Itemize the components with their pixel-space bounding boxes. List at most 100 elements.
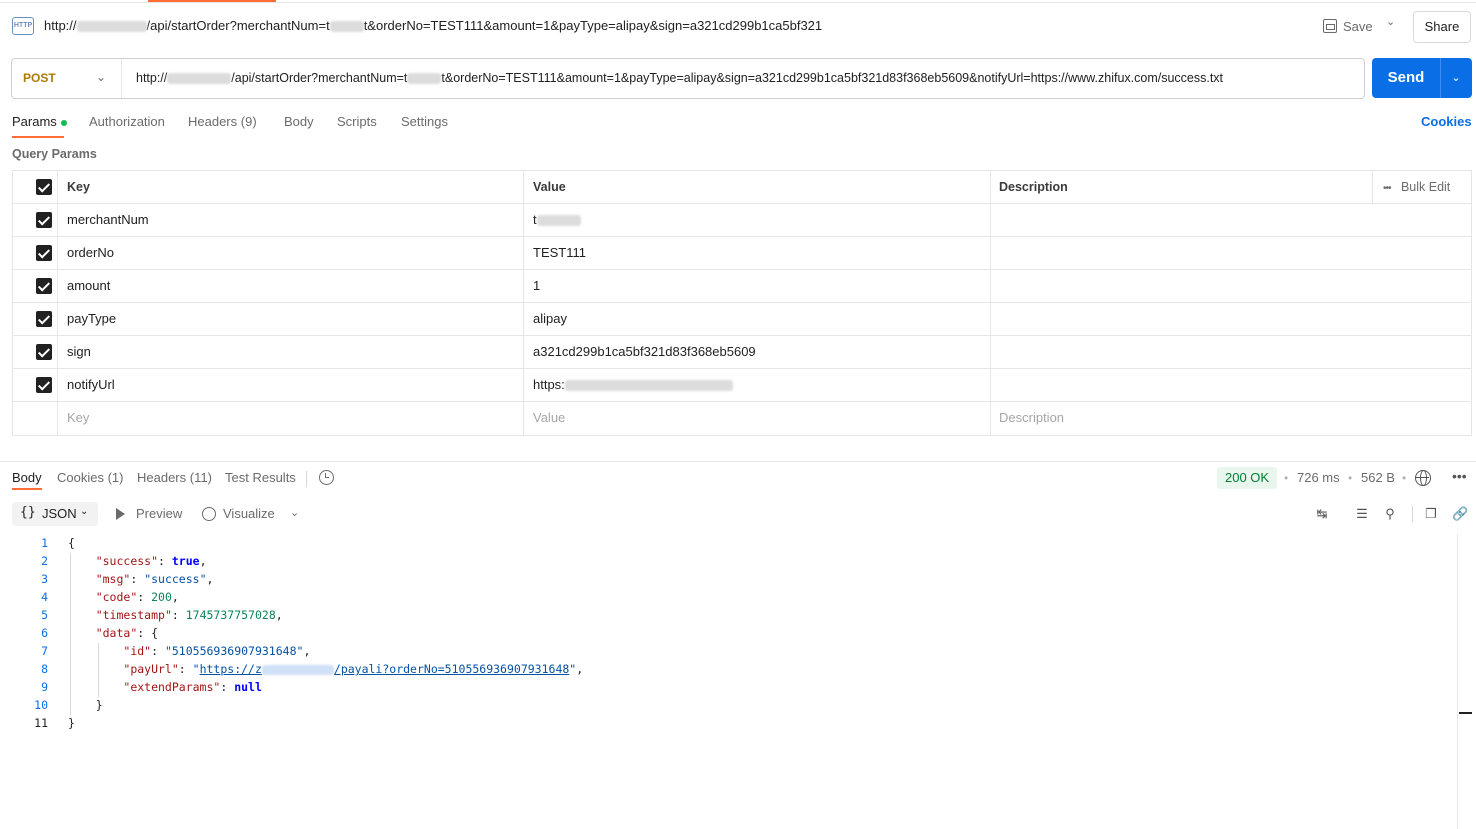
row-checkbox[interactable] <box>36 212 52 228</box>
param-value[interactable]: TEST111 <box>524 237 991 270</box>
cookies-link[interactable]: Cookies <box>1421 114 1472 129</box>
tab-scripts[interactable]: Scripts <box>337 114 377 129</box>
tab-settings[interactable]: Settings <box>401 114 448 129</box>
tab-params[interactable]: Params <box>12 114 67 129</box>
tab-label: Cookies <box>57 470 104 485</box>
globe-icon[interactable] <box>1415 470 1431 486</box>
send-button[interactable]: Send ⌄ <box>1372 58 1472 98</box>
search-icon[interactable]: ⚲ <box>1382 506 1398 522</box>
visualize-button[interactable]: Visualize <box>223 506 275 521</box>
param-value[interactable]: https: <box>524 369 991 402</box>
row-checkbox[interactable] <box>36 278 52 294</box>
json-key: "timestamp" <box>95 608 172 622</box>
redacted-host <box>76 21 147 33</box>
request-title[interactable]: http:// /api/startOrder?merchantNum=t t&or… <box>44 18 822 33</box>
param-value[interactable]: alipay <box>524 303 991 336</box>
response-tab-headers[interactable]: Headers (11) <box>137 470 212 485</box>
new-value-input[interactable]: Value <box>524 402 991 435</box>
code-line: 6 "data": { <box>0 624 1460 642</box>
new-description-input[interactable]: Description <box>991 402 1471 435</box>
tab-authorization[interactable]: Authorization <box>89 114 165 129</box>
table-row: sign a321cd299b1ca5bf321d83f368eb5609 <box>13 336 1471 369</box>
param-key[interactable]: amount <box>58 270 524 303</box>
save-dropdown-chevron-icon[interactable]: ⌄ <box>1386 15 1395 28</box>
bulk-edit-button[interactable]: ••• Bulk Edit <box>1372 171 1471 203</box>
link-icon[interactable]: 🔗 <box>1452 506 1468 522</box>
param-description[interactable] <box>991 204 1471 237</box>
filter-icon[interactable]: ☰ <box>1354 506 1370 522</box>
row-checkbox[interactable] <box>36 344 52 360</box>
copy-icon[interactable]: ❐ <box>1423 506 1439 522</box>
save-button[interactable]: Save <box>1323 16 1373 36</box>
line-number: 6 <box>41 626 48 640</box>
line-number: 9 <box>41 680 48 694</box>
row-checkbox-cell <box>13 369 58 402</box>
param-key[interactable]: notifyUrl <box>58 369 524 402</box>
tab-body[interactable]: Body <box>284 114 314 129</box>
pay-url-link[interactable]: https://z/payali?orderNo=510556936907931… <box>200 662 570 676</box>
new-key-input[interactable]: Key <box>58 402 524 435</box>
param-description[interactable] <box>991 270 1471 303</box>
history-icon[interactable] <box>319 470 334 485</box>
param-description[interactable] <box>991 369 1471 402</box>
line-number: 8 <box>41 662 48 676</box>
method-label: POST <box>23 71 56 85</box>
visualize-chevron-icon[interactable]: ⌄ <box>290 506 299 519</box>
save-label: Save <box>1343 18 1373 34</box>
param-description[interactable] <box>991 303 1471 336</box>
code-line: 8 "payUrl": "https://z/payali?orderNo=51… <box>0 660 1460 678</box>
code-text: "success": true, <box>95 554 207 568</box>
redacted-host <box>261 664 334 675</box>
param-key[interactable]: merchantNum <box>58 204 524 237</box>
param-value[interactable]: t <box>524 204 991 237</box>
row-checkbox[interactable] <box>36 311 52 327</box>
response-tab-test-results[interactable]: Test Results <box>225 470 296 485</box>
response-tab-cookies[interactable]: Cookies (1) <box>57 470 123 485</box>
method-select[interactable]: POST ⌄ <box>12 59 122 98</box>
param-description[interactable] <box>991 336 1471 369</box>
tab-headers[interactable]: Headers (9) <box>188 114 257 129</box>
response-body-code[interactable]: 1{ 2 "success": true, 3 "msg": "success"… <box>0 534 1460 732</box>
scroll-thumb[interactable] <box>1459 712 1472 714</box>
table-header-row: Key Value Description ••• Bulk Edit <box>13 171 1471 204</box>
param-description[interactable] <box>991 237 1471 270</box>
tab-underline <box>12 488 42 490</box>
param-key[interactable]: orderNo <box>58 237 524 270</box>
row-checkbox-cell <box>13 303 58 336</box>
code-line: 5 "timestamp": 1745737757028, <box>0 606 1460 624</box>
share-button[interactable]: Share <box>1413 11 1471 43</box>
param-key[interactable]: sign <box>58 336 524 369</box>
json-key: "success" <box>95 554 159 568</box>
json-key: "msg" <box>95 572 131 586</box>
param-value[interactable]: 1 <box>524 270 991 303</box>
row-checkbox[interactable] <box>36 245 52 261</box>
editor-scrollbar[interactable] <box>1457 534 1458 829</box>
url-input[interactable]: http:// /api/startOrder?merchantNum=t t&or… <box>136 71 1223 85</box>
param-key[interactable]: payType <box>58 303 524 336</box>
line-number: 3 <box>41 572 48 586</box>
preview-button[interactable]: Preview <box>136 506 182 521</box>
code-line: 9 "extendParams": null <box>0 678 1460 696</box>
format-select[interactable]: {} JSON ⌄ <box>12 502 98 526</box>
tab-underline <box>12 136 64 138</box>
line-number: 2 <box>41 554 48 568</box>
table-row: notifyUrl https: <box>13 369 1471 402</box>
wrap-lines-icon[interactable]: ↹ <box>1314 506 1330 522</box>
row-checkbox-cell <box>13 336 58 369</box>
send-options-chevron-icon[interactable]: ⌄ <box>1440 58 1472 98</box>
row-checkbox[interactable] <box>36 377 52 393</box>
query-params-table: Key Value Description ••• Bulk Edit merc… <box>12 170 1472 436</box>
response-tab-body[interactable]: Body <box>12 470 42 485</box>
code-text: "extendParams": null <box>123 680 262 694</box>
param-value[interactable]: a321cd299b1ca5bf321d83f368eb5609 <box>524 336 991 369</box>
table-row: orderNo TEST111 <box>13 237 1471 270</box>
select-all-checkbox[interactable] <box>36 179 52 195</box>
active-dot-icon <box>60 119 67 126</box>
tab-label: Headers <box>188 114 238 129</box>
more-options-icon[interactable]: ••• <box>1452 468 1467 484</box>
redacted-merchant <box>407 73 442 85</box>
pay-url-end: /payali?orderNo=510556936907931648 <box>333 662 570 676</box>
json-key: "data" <box>95 626 138 640</box>
url-part2: t&orderNo=TEST111&amount=1&payType=alipa… <box>441 71 1224 85</box>
response-divider <box>0 461 1476 462</box>
